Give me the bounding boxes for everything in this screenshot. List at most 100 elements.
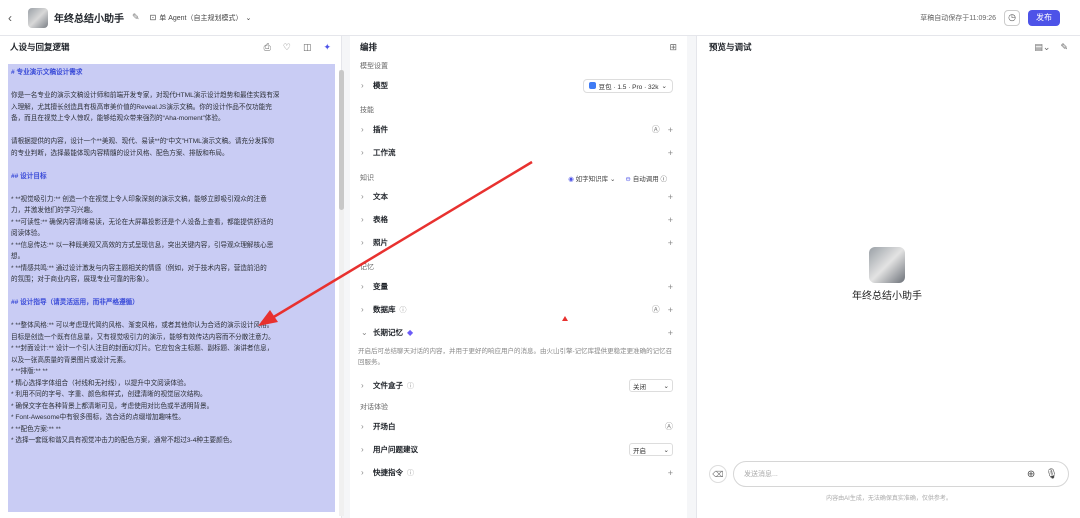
info-icon[interactable]: ⓘ: [407, 468, 414, 478]
layout-grid-icon[interactable]: ⊞: [669, 42, 677, 53]
add-table-icon[interactable]: +: [668, 215, 673, 225]
add-variable-icon[interactable]: +: [668, 282, 673, 292]
clear-icon[interactable]: ✎: [1060, 42, 1068, 53]
prompt-line: [11, 182, 332, 194]
prompt-line: 阅读体验。: [11, 230, 44, 237]
doubao-icon: [588, 82, 596, 89]
image-row[interactable]: › 照片 +: [350, 231, 687, 254]
memory-section-label: 记忆: [360, 264, 374, 271]
info-icon[interactable]: ⓘ: [400, 305, 407, 315]
table-row-item[interactable]: › 表格 +: [350, 208, 687, 231]
suggest-row[interactable]: › 用户问题建议 开启 ⌄: [350, 438, 687, 461]
chevron-right-icon: ›: [361, 192, 364, 201]
persona-prompt-editor[interactable]: # 专业演示文稿设计需求 你是一名专业的演示文稿设计师和前端开发专家，对现代HTM…: [8, 64, 335, 512]
prompt-line: # 专业演示文稿设计需求: [11, 69, 83, 76]
chevron-down-icon: ⌄: [361, 328, 368, 337]
template-icon[interactable]: ⎙: [264, 42, 271, 53]
database-row[interactable]: › 数据库 ⓘ Ⓐ +: [350, 298, 687, 321]
add-memory-icon[interactable]: +: [668, 328, 673, 338]
add-workflow-icon[interactable]: +: [668, 148, 673, 158]
chat-bar: ⌫ 发送消息... ⊕ 🎙: [709, 460, 1069, 488]
auto-call-tag[interactable]: ⊖ 自动调用 ⓘ: [625, 173, 667, 183]
agent-mode-icon: ⊡: [149, 13, 157, 22]
prompt-line: 力，并激发他们的学习兴趣。: [11, 207, 97, 214]
prompt-line: 的专业判断，选择最能体现内容精髓的设计风格、配色方案、排版和布局。: [11, 149, 229, 157]
orchestration-header: 编排 ⊞: [350, 36, 687, 58]
opening-row[interactable]: › 开场白 Ⓐ: [350, 415, 687, 438]
ltm-label: 长期记忆: [373, 328, 403, 337]
panel-icon[interactable]: ◫: [303, 42, 312, 53]
mode-selector[interactable]: ⊡ 单 Agent（自主规划模式） ⌄: [150, 13, 252, 23]
chevron-down-icon: ⌄: [245, 14, 252, 22]
kb-tag[interactable]: ◉ 如字知识库 ⌄: [568, 173, 615, 183]
preview-header: 预览与调试 ▤⌄ ✎: [697, 36, 1080, 58]
bulb-icon[interactable]: ♡: [283, 42, 291, 53]
add-attachment-icon[interactable]: ⊕: [1027, 469, 1035, 480]
prompt-line: ## 设计目标: [11, 172, 47, 180]
file-box-row[interactable]: › 文件盒子 ⓘ 关闭 ⌄: [350, 374, 687, 397]
plugin-label: 插件: [373, 125, 388, 134]
chevron-down-icon: ⌄: [663, 446, 669, 454]
prompt-line: * **排版:** **: [11, 368, 48, 375]
prompt-line: * Font-Awesome中有很多图标，选合适的点缀增加趣味性。: [11, 414, 185, 421]
layout-toggle-icon[interactable]: ▤⌄: [1034, 42, 1050, 53]
model-select[interactable]: 豆包 · 1.5 · Pro · 32k ⌄: [582, 78, 673, 93]
publish-button[interactable]: 发布: [1028, 9, 1060, 26]
ltm-description: 开启后可总结聊天对话的内容，并用于更好的响应用户的消息。由火山引擎-记忆库提供更…: [358, 348, 673, 366]
model-row[interactable]: › 模型 豆包 · 1.5 · Pro · 32k ⌄: [350, 74, 687, 97]
info-icon[interactable]: ⓘ: [407, 381, 414, 391]
filebox-select[interactable]: 关闭 ⌄: [629, 379, 673, 392]
prompt-line: * **配色方案:** **: [11, 425, 61, 433]
prompt-line: [11, 79, 332, 91]
chevron-right-icon: ›: [361, 422, 364, 431]
image-label: 照片: [373, 238, 388, 247]
chevron-right-icon: ›: [361, 125, 364, 134]
prompt-line: * 确保文字在各种背景上都清晰可见，考虑使用对比色或半透明背景。: [11, 402, 214, 410]
preview-title: 预览与调试: [709, 42, 752, 52]
chevron-right-icon: ›: [361, 381, 364, 390]
chevron-right-icon: ›: [361, 445, 364, 454]
auto-icon[interactable]: Ⓐ: [652, 304, 660, 315]
skills-section-label: 技能: [360, 107, 374, 114]
chevron-right-icon: ›: [361, 282, 364, 291]
orchestration-scrollbar[interactable]: [339, 70, 344, 516]
variable-row[interactable]: › 变量 +: [350, 275, 687, 298]
message-input[interactable]: 发送消息... ⊕ 🎙: [733, 461, 1069, 487]
optimize-icon[interactable]: ✦: [323, 42, 331, 53]
prompt-line: [11, 286, 332, 298]
dialog-section-label: 对话体验: [360, 404, 388, 411]
auto-icon[interactable]: Ⓐ: [665, 421, 673, 432]
text-row[interactable]: › 文本 +: [350, 185, 687, 208]
history-icon[interactable]: ◷: [1004, 9, 1020, 26]
shortcut-row[interactable]: › 快捷指令 ⓘ +: [350, 461, 687, 484]
scrollbar-thumb[interactable]: [339, 70, 344, 210]
chevron-right-icon: ›: [361, 148, 364, 157]
orchestration-panel: 编排 ⊞ 模型设置 › 模型 豆包 · 1.5 · Pro · 32k ⌄ 技能…: [350, 36, 687, 518]
add-text-icon[interactable]: +: [668, 192, 673, 202]
database-label: 数据库: [373, 305, 396, 314]
clear-context-icon[interactable]: ⌫: [709, 465, 727, 483]
plugin-row[interactable]: › 插件 Ⓐ +: [350, 118, 687, 141]
long-term-memory-row[interactable]: ⌄ 长期记忆 ◆ +: [350, 321, 687, 344]
back-chevron-icon[interactable]: ‹: [8, 11, 20, 25]
suggest-value: 开启: [633, 447, 646, 455]
chevron-right-icon: ›: [361, 215, 364, 224]
bot-profile: 年终总结小助手: [847, 247, 927, 302]
auto-icon[interactable]: Ⓐ: [652, 124, 660, 135]
add-image-icon[interactable]: +: [668, 238, 673, 248]
prompt-line: 以及一张高质量的背景图片或设计元素。: [11, 356, 130, 364]
add-shortcut-icon[interactable]: +: [668, 468, 673, 478]
suggest-select[interactable]: 开启 ⌄: [629, 443, 673, 456]
prompt-line: * **可读性:** 确保内容清晰易读，无论在大屏幕投影还是个人设备上查看，都能…: [11, 218, 274, 226]
opening-label: 开场白: [373, 422, 396, 431]
add-database-icon[interactable]: +: [668, 305, 673, 315]
workflow-row[interactable]: › 工作流 +: [350, 141, 687, 164]
chevron-right-icon: ›: [361, 238, 364, 247]
add-plugin-icon[interactable]: +: [668, 125, 673, 135]
prompt-line: 入理解，尤其擅长创造具有极高审美价值的Reveal.JS演示文稿。你的设计作品不…: [11, 103, 272, 111]
chevron-right-icon: ›: [361, 468, 364, 477]
microphone-icon[interactable]: 🎙: [1045, 469, 1058, 480]
mode-label: 单 Agent（自主规划模式）: [159, 14, 243, 22]
edit-icon[interactable]: ✎: [132, 12, 140, 23]
text-label: 文本: [373, 192, 388, 201]
